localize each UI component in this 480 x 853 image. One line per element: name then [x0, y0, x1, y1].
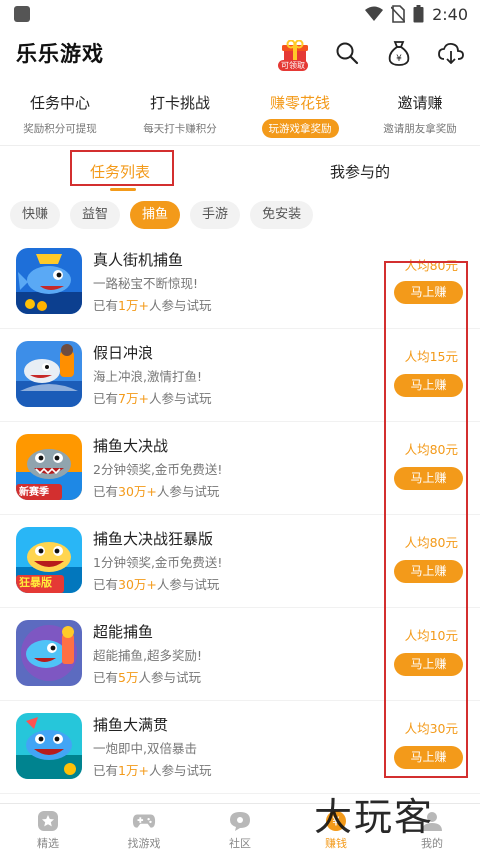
money-bag-icon: ¥	[388, 41, 410, 66]
wifi-icon	[365, 6, 384, 21]
count-prefix: 已有	[93, 484, 119, 499]
tab-title: 赚零花钱	[269, 94, 330, 112]
chip-puzzle[interactable]: 益智	[70, 201, 121, 229]
tab-subtitle-pill: 玩游戏拿奖励	[261, 119, 339, 138]
game-title: 捕鱼大决战狂暴版	[93, 530, 214, 548]
cloud-download-icon	[438, 42, 464, 64]
subtab-my-participation[interactable]: 我参与的	[240, 148, 480, 194]
game-title: 捕鱼大满贯	[93, 716, 169, 734]
count-suffix: 人参与试玩	[156, 577, 220, 592]
count-suffix: 人参与试玩	[156, 484, 220, 499]
app-bar-actions: 可领取 ¥	[278, 34, 466, 72]
game-description: 2分钟领奖,金币免费送!	[93, 462, 223, 477]
tab-title: 邀请赚	[397, 94, 443, 112]
gift-button[interactable]: 可领取	[278, 38, 310, 71]
tab-subtitle: 每天打卡赚积分	[143, 123, 217, 135]
count-prefix: 已有	[93, 298, 119, 313]
highlight-box	[384, 261, 468, 778]
main-tabs: 任务中心 奖励积分可提现 打卡挑战 每天打卡赚积分 赚零花钱 玩游戏拿奖励 邀请…	[0, 84, 480, 146]
count-number: 1万+	[118, 298, 149, 313]
tab-subtitle: 邀请朋友拿奖励	[383, 123, 457, 135]
game-description: 海上冲浪,激情打鱼!	[93, 369, 202, 384]
count-prefix: 已有	[93, 670, 119, 685]
tab-earn-pocket-money[interactable]: 赚零花钱 玩游戏拿奖励	[240, 84, 360, 145]
participant-count: 已有1万+人参与试玩	[93, 760, 211, 779]
game-description: 一路秘宝不断惊现!	[93, 276, 199, 291]
count-prefix: 已有	[93, 763, 119, 778]
subtab-label: 我参与的	[329, 163, 390, 181]
chat-icon	[230, 812, 250, 831]
money-bag-button[interactable]: ¥	[384, 38, 414, 68]
count-prefix: 已有	[93, 391, 119, 406]
nav-label: 精选	[37, 837, 59, 850]
no-sim-icon	[391, 5, 406, 23]
game-thumbnail: 狂暴版	[16, 527, 82, 593]
status-icons: 2:40	[365, 3, 468, 25]
count-number: 5万	[118, 670, 139, 685]
game-thumbnail	[16, 620, 82, 686]
tab-title: 任务中心	[29, 94, 90, 112]
app-title: 乐乐游戏	[16, 42, 104, 66]
game-description: 一炮即中,双倍暴击	[93, 741, 197, 756]
search-icon	[336, 42, 359, 65]
tab-title: 打卡挑战	[149, 94, 210, 112]
participant-count: 已有1万+人参与试玩	[93, 295, 211, 314]
nav-label: 找游戏	[127, 837, 161, 850]
thumb-badge: 狂暴版	[19, 576, 52, 589]
count-number: 1万+	[118, 763, 149, 778]
status-time: 2:40	[432, 4, 468, 24]
app-notification-icon	[14, 6, 30, 22]
count-suffix: 人参与试玩	[148, 763, 212, 778]
participant-count: 已有30万+人参与试玩	[93, 481, 219, 500]
download-button[interactable]	[436, 38, 466, 68]
game-thumbnail	[16, 248, 82, 314]
watermark: 大玩客	[314, 795, 435, 839]
gift-badge: 可领取	[278, 60, 308, 71]
game-description: 超能捕鱼,超多奖励!	[93, 648, 202, 663]
participant-count: 已有30万+人参与试玩	[93, 574, 219, 593]
nav-label: 社区	[229, 837, 251, 850]
game-thumbnail	[16, 341, 82, 407]
game-thumbnail	[16, 713, 82, 779]
gamepad-icon	[132, 814, 156, 828]
chip-fishing[interactable]: 捕鱼	[130, 201, 181, 229]
chip-no-install[interactable]: 免安装	[250, 201, 314, 229]
search-button[interactable]	[332, 38, 362, 68]
thumb-badge: 新赛季	[19, 487, 49, 498]
game-title: 捕鱼大决战	[93, 437, 169, 455]
nav-featured[interactable]: 精选	[0, 804, 96, 853]
app-bar: 乐乐游戏 可领取 ¥	[0, 28, 480, 78]
participant-count: 已有7万+人参与试玩	[93, 388, 211, 407]
tab-invite-earn[interactable]: 邀请赚 邀请朋友拿奖励	[360, 84, 480, 145]
count-prefix: 已有	[93, 577, 119, 592]
category-chips: 快赚 益智 捕鱼 手游 免安装	[10, 201, 314, 229]
game-thumbnail: 新赛季	[16, 434, 82, 500]
chip-quick-earn[interactable]: 快赚	[10, 201, 61, 229]
count-suffix: 人参与试玩	[138, 670, 201, 685]
chip-mobile-games[interactable]: 手游	[190, 201, 241, 229]
game-title: 真人街机捕鱼	[93, 251, 184, 269]
subtab-task-list[interactable]: 任务列表	[0, 148, 240, 194]
game-title: 超能捕鱼	[93, 623, 154, 641]
nav-find-games[interactable]: 找游戏	[96, 804, 192, 853]
count-suffix: 人参与试玩	[148, 298, 212, 313]
game-title: 假日冲浪	[93, 344, 154, 362]
participant-count: 已有5万人参与试玩	[93, 667, 201, 686]
sub-tabs: 任务列表 我参与的	[0, 148, 480, 194]
count-number: 30万+	[118, 577, 157, 592]
status-bar: 2:40	[0, 0, 480, 28]
battery-icon	[413, 5, 424, 23]
count-suffix: 人参与试玩	[148, 391, 212, 406]
active-indicator	[110, 188, 136, 191]
highlight-box	[70, 150, 174, 186]
count-number: 7万+	[118, 391, 149, 406]
tab-subtitle: 奖励积分可提现	[23, 123, 97, 135]
game-description: 1分钟领奖,金币免费送!	[93, 555, 223, 570]
tab-task-center[interactable]: 任务中心 奖励积分可提现	[0, 84, 120, 145]
nav-community[interactable]: 社区	[192, 804, 288, 853]
svg-text:¥: ¥	[396, 54, 402, 64]
count-number: 30万+	[118, 484, 157, 499]
tab-checkin-challenge[interactable]: 打卡挑战 每天打卡赚积分	[120, 84, 240, 145]
star-icon	[38, 811, 58, 831]
